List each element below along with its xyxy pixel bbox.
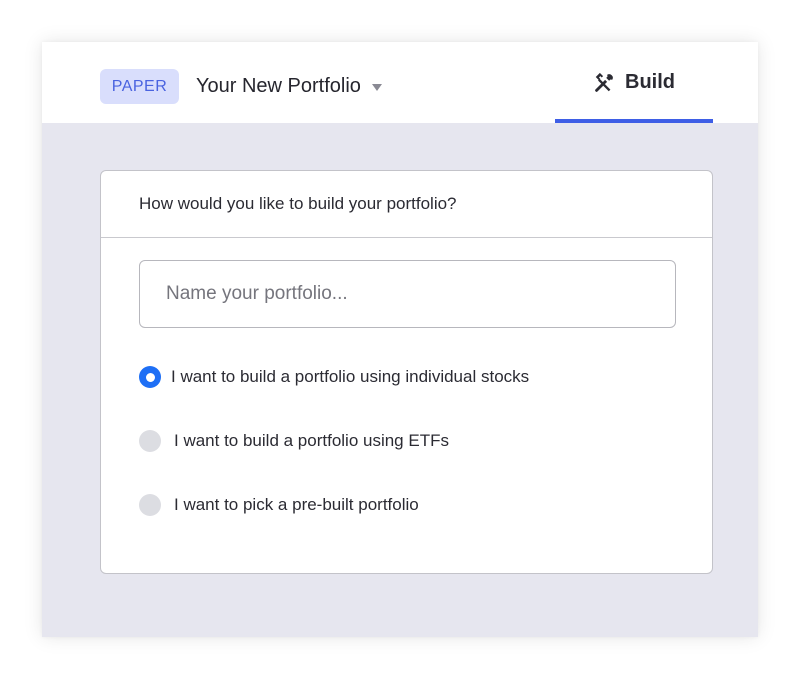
option-label: I want to pick a pre-built portfolio (174, 495, 419, 514)
radio-selected[interactable] (139, 366, 161, 388)
tab-build[interactable]: Build (555, 42, 713, 123)
app-window: PAPER Your New Portfolio Build How would… (42, 42, 758, 637)
radio-unselected[interactable] (139, 494, 161, 516)
option-pre-built[interactable]: I want to pick a pre-built portfolio (139, 493, 419, 517)
build-options-card: How would you like to build your portfol… (100, 170, 713, 574)
radio-unselected[interactable] (139, 430, 161, 452)
portfolio-title: Your New Portfolio (196, 74, 361, 97)
portfolio-selector[interactable]: Your New Portfolio (196, 72, 382, 100)
card-header: How would you like to build your portfol… (101, 171, 712, 238)
option-individual-stocks[interactable]: I want to build a portfolio using indivi… (139, 365, 529, 389)
option-label: I want to build a portfolio using ETFs (174, 431, 449, 450)
header-bar: PAPER Your New Portfolio Build (42, 42, 758, 123)
hammer-wrench-icon (595, 72, 613, 92)
portfolio-name-input[interactable] (139, 260, 676, 328)
tab-build-label: Build (625, 71, 675, 93)
paper-badge: PAPER (100, 69, 179, 104)
active-tab-indicator (555, 119, 713, 123)
caret-down-icon[interactable] (371, 84, 382, 91)
option-etfs[interactable]: I want to build a portfolio using ETFs (139, 429, 449, 453)
option-label: I want to build a portfolio using indivi… (171, 367, 530, 386)
card-question: How would you like to build your portfol… (139, 194, 457, 213)
